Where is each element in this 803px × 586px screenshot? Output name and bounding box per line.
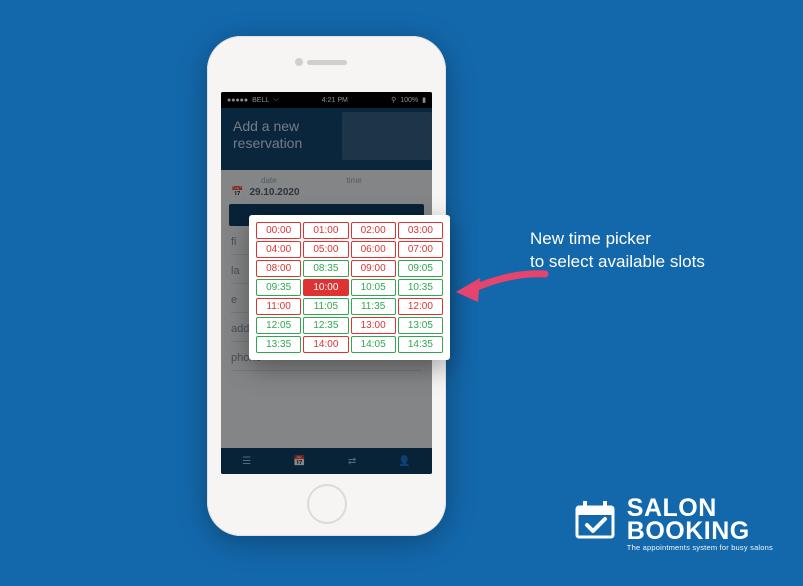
page-title: Add a new reservation xyxy=(221,108,432,166)
signal-icon: ●●●●● xyxy=(227,97,248,104)
status-bar: ●●●●● BELL ⌵ 4:21 PM ⚲ 100% ▮ xyxy=(221,92,432,108)
time-slot[interactable]: 09:35 xyxy=(256,279,301,296)
header-illustration xyxy=(342,112,432,160)
time-slot[interactable]: 11:05 xyxy=(303,298,348,315)
time-slot[interactable]: 12:05 xyxy=(256,317,301,334)
time-slot[interactable]: 06:00 xyxy=(351,241,396,258)
phone-speaker xyxy=(307,60,347,65)
time-slot[interactable]: 12:35 xyxy=(303,317,348,334)
phone-camera xyxy=(295,58,303,66)
time-slot[interactable]: 08:35 xyxy=(303,260,348,277)
time-slot[interactable]: 04:00 xyxy=(256,241,301,258)
time-slot[interactable]: 13:05 xyxy=(398,317,443,334)
time-slot[interactable]: 13:35 xyxy=(256,336,301,353)
clock: 4:21 PM xyxy=(322,97,348,104)
callout-text: New time picker to select available slot… xyxy=(530,228,705,274)
brand-logo: SALON BOOKING The appointments system fo… xyxy=(573,497,773,552)
time-slot[interactable]: 14:35 xyxy=(398,336,443,353)
callout-line-2: to select available slots xyxy=(530,251,705,274)
logo-calendar-check-icon xyxy=(573,497,617,541)
home-button[interactable] xyxy=(307,484,347,524)
date-label: date xyxy=(261,176,277,185)
brand-name-2: BOOKING xyxy=(627,520,773,543)
time-slot[interactable]: 10:00 xyxy=(303,279,348,296)
time-label: time xyxy=(347,176,362,185)
time-slot[interactable]: 10:05 xyxy=(351,279,396,296)
nav-list-icon[interactable]: ☰ xyxy=(242,456,251,467)
time-slot[interactable]: 11:35 xyxy=(351,298,396,315)
battery-label: 100% xyxy=(400,97,418,104)
time-slot[interactable]: 05:00 xyxy=(303,241,348,258)
time-slot[interactable]: 14:00 xyxy=(303,336,348,353)
bottom-nav: ☰ 📅 ⇄ 👤 xyxy=(221,448,432,474)
time-slot[interactable]: 03:00 xyxy=(398,222,443,239)
nav-swap-icon[interactable]: ⇄ xyxy=(348,456,356,467)
time-slot[interactable]: 00:00 xyxy=(256,222,301,239)
time-slot[interactable]: 12:00 xyxy=(398,298,443,315)
carrier-label: BELL xyxy=(252,97,269,104)
nav-calendar-icon[interactable]: 📅 xyxy=(293,456,305,467)
time-slot[interactable]: 09:05 xyxy=(398,260,443,277)
time-slot[interactable]: 10:35 xyxy=(398,279,443,296)
nav-profile-icon[interactable]: 👤 xyxy=(398,456,410,467)
time-slot[interactable]: 13:00 xyxy=(351,317,396,334)
battery-icon: ▮ xyxy=(422,96,426,104)
brand-tagline: The appointments system for busy salons xyxy=(627,545,773,552)
time-slot[interactable]: 14:05 xyxy=(351,336,396,353)
time-slot[interactable]: 07:00 xyxy=(398,241,443,258)
time-slot[interactable]: 08:00 xyxy=(256,260,301,277)
calendar-icon[interactable]: 📅 xyxy=(231,187,243,198)
time-grid: 00:0001:0002:0003:00 04:0005:0006:0007:00… xyxy=(255,221,444,354)
time-slot[interactable]: 02:00 xyxy=(351,222,396,239)
time-picker: 00:0001:0002:0003:00 04:0005:0006:0007:00… xyxy=(249,215,450,360)
date-value[interactable]: 29.10.2020 xyxy=(249,187,299,198)
callout-arrow-icon xyxy=(450,262,550,312)
time-slot[interactable]: 11:00 xyxy=(256,298,301,315)
wifi-icon: ⌵ xyxy=(273,96,278,104)
time-slot[interactable]: 01:00 xyxy=(303,222,348,239)
time-slot[interactable]: 09:00 xyxy=(351,260,396,277)
callout-line-1: New time picker xyxy=(530,228,705,251)
bluetooth-icon: ⚲ xyxy=(391,96,396,104)
